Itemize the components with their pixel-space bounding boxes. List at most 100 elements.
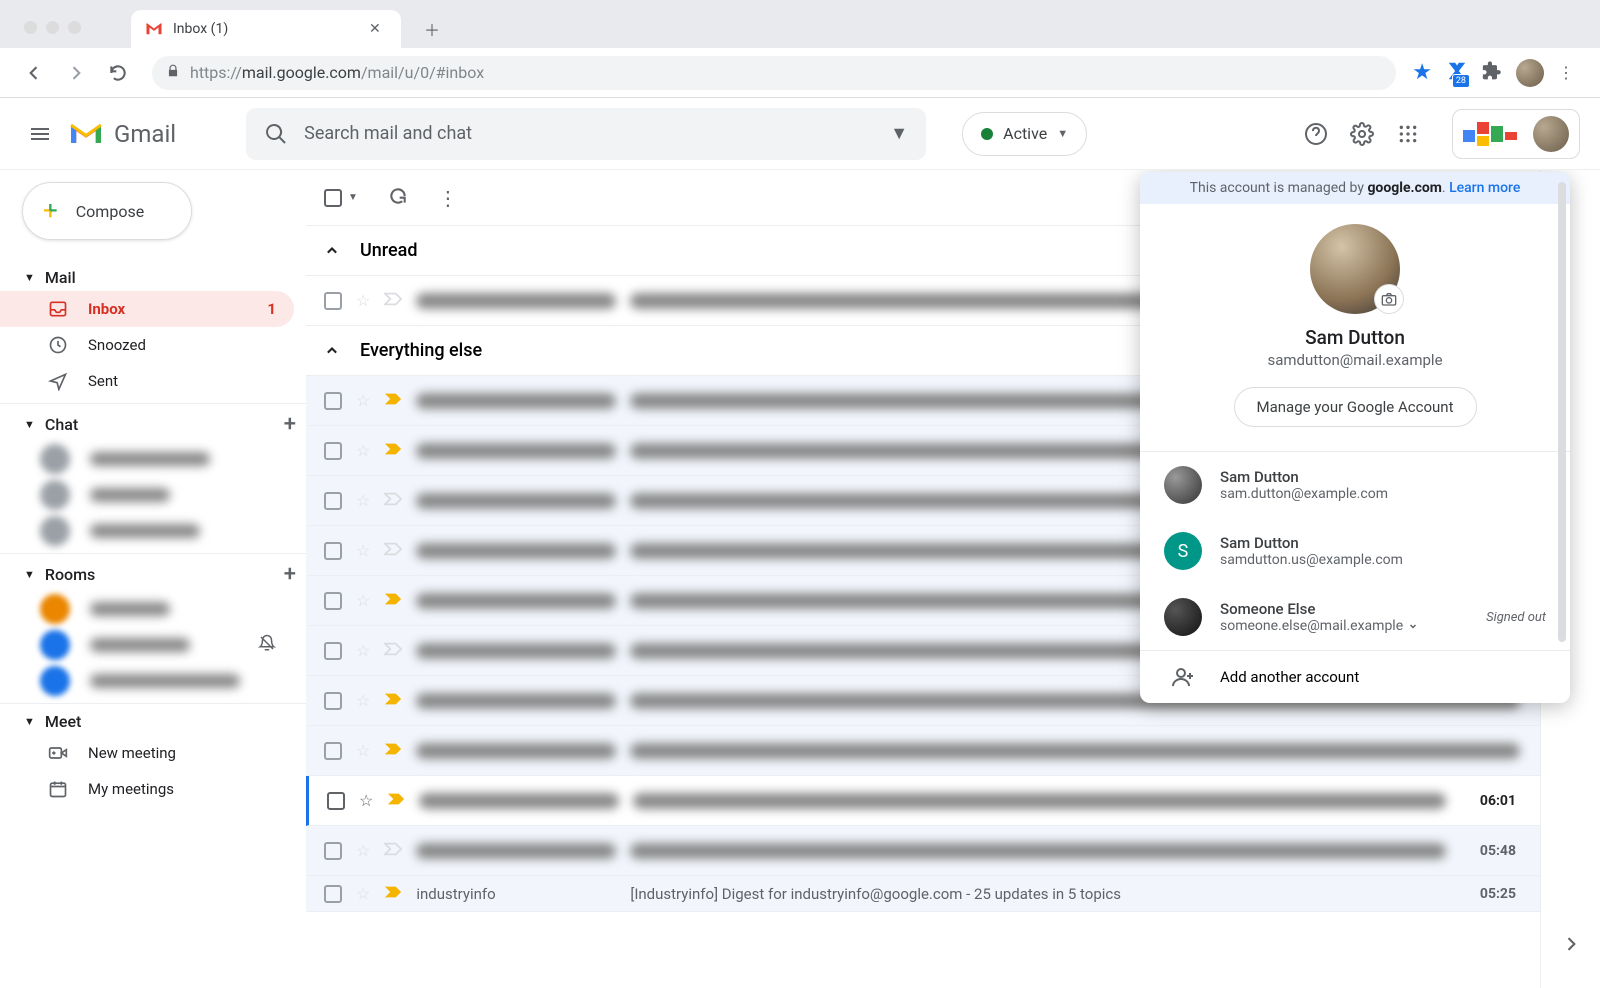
- room-item[interactable]: [0, 591, 294, 627]
- star-icon[interactable]: ☆: [356, 641, 370, 660]
- back-button[interactable]: [16, 55, 52, 91]
- sidebar-item-new-meeting[interactable]: New meeting: [0, 735, 294, 771]
- star-icon[interactable]: ☆: [356, 884, 370, 903]
- importance-icon[interactable]: [384, 391, 402, 410]
- org-brand-box[interactable]: [1452, 109, 1580, 159]
- add-chat-icon[interactable]: +: [284, 412, 296, 437]
- row-checkbox[interactable]: [324, 742, 342, 760]
- bookmark-star-icon[interactable]: ★: [1412, 60, 1432, 85]
- maximize-window[interactable]: [68, 21, 81, 34]
- star-icon[interactable]: ☆: [356, 391, 370, 410]
- row-checkbox[interactable]: [327, 792, 345, 810]
- star-icon[interactable]: ☆: [356, 741, 370, 760]
- reload-button[interactable]: [100, 55, 136, 91]
- star-icon[interactable]: ☆: [356, 841, 370, 860]
- row-checkbox[interactable]: [324, 842, 342, 860]
- search-bar[interactable]: Search mail and chat ▼: [246, 108, 926, 160]
- select-all-checkbox[interactable]: ▼: [324, 189, 358, 207]
- email-row-selected[interactable]: ☆06:01: [306, 776, 1540, 826]
- importance-icon[interactable]: [384, 841, 402, 860]
- importance-icon[interactable]: [384, 741, 402, 760]
- meet-section-header[interactable]: ▼ Meet: [0, 708, 306, 735]
- mail-label: Mail: [45, 268, 76, 287]
- row-checkbox[interactable]: [324, 885, 342, 903]
- more-menu-icon[interactable]: ⋮: [438, 186, 458, 210]
- address-bar[interactable]: https://mail.google.com/mail/u/0/#inbox: [152, 56, 1396, 90]
- row-checkbox[interactable]: [324, 692, 342, 710]
- chat-contact[interactable]: [0, 477, 294, 513]
- row-checkbox[interactable]: [324, 292, 342, 310]
- camera-icon[interactable]: [1374, 284, 1404, 314]
- sidebar-item-snoozed[interactable]: Snoozed: [0, 327, 294, 363]
- minimize-window[interactable]: [46, 21, 59, 34]
- row-checkbox[interactable]: [324, 642, 342, 660]
- browser-profile-avatar[interactable]: [1516, 59, 1544, 87]
- star-icon[interactable]: ☆: [356, 691, 370, 710]
- sidebar-item-inbox[interactable]: Inbox 1: [0, 291, 294, 327]
- chat-contact[interactable]: [0, 513, 294, 549]
- mail-section-header[interactable]: ▼ Mail: [0, 264, 306, 291]
- main-menu-button[interactable]: [16, 110, 64, 158]
- importance-icon[interactable]: [384, 441, 402, 460]
- email-row[interactable]: ☆: [306, 726, 1540, 776]
- row-checkbox[interactable]: [324, 492, 342, 510]
- status-selector[interactable]: Active ▼: [962, 112, 1087, 156]
- row-checkbox[interactable]: [324, 442, 342, 460]
- star-icon[interactable]: ☆: [356, 491, 370, 510]
- add-account-button[interactable]: Add another account: [1140, 650, 1570, 703]
- close-tab-icon[interactable]: ✕: [369, 21, 387, 37]
- star-icon[interactable]: ☆: [356, 541, 370, 560]
- row-checkbox[interactable]: [324, 542, 342, 560]
- account-email: sam.dutton@example.com: [1220, 486, 1388, 502]
- extensions-icon[interactable]: [1482, 61, 1502, 85]
- learn-more-link[interactable]: Learn more: [1449, 180, 1520, 196]
- scrollbar[interactable]: [1558, 182, 1566, 642]
- star-icon[interactable]: ☆: [356, 291, 370, 310]
- browser-menu-icon[interactable]: ⋮: [1558, 63, 1574, 82]
- room-item[interactable]: [0, 663, 294, 699]
- email-row[interactable]: ☆05:48: [306, 826, 1540, 876]
- chat-contact[interactable]: [0, 441, 294, 477]
- add-room-icon[interactable]: +: [284, 562, 296, 587]
- star-icon[interactable]: ☆: [359, 791, 373, 810]
- importance-icon[interactable]: [387, 791, 405, 810]
- forward-button[interactable]: [58, 55, 94, 91]
- star-icon[interactable]: ☆: [356, 591, 370, 610]
- new-tab-button[interactable]: ＋: [417, 14, 447, 44]
- row-checkbox[interactable]: [324, 392, 342, 410]
- account-option[interactable]: Someone Elsesomeone.else@mail.example Si…: [1140, 584, 1570, 650]
- search-options-icon[interactable]: ▼: [890, 123, 908, 144]
- star-icon[interactable]: ☆: [356, 441, 370, 460]
- account-avatar-icon: [1164, 466, 1202, 504]
- room-item[interactable]: [0, 627, 294, 663]
- refresh-button[interactable]: [388, 186, 408, 210]
- account-avatar[interactable]: [1533, 116, 1569, 152]
- sidebar-item-sent[interactable]: Sent: [0, 363, 294, 399]
- settings-icon[interactable]: [1350, 122, 1374, 146]
- compose-button[interactable]: + Compose: [22, 182, 192, 240]
- importance-icon[interactable]: [384, 291, 402, 310]
- expand-panel-icon[interactable]: [1561, 934, 1581, 958]
- account-option[interactable]: Sam Duttonsam.dutton@example.com: [1140, 452, 1570, 518]
- window-controls[interactable]: [24, 21, 81, 34]
- browser-tab[interactable]: Inbox (1) ✕: [131, 10, 401, 48]
- importance-icon[interactable]: [384, 491, 402, 510]
- close-window[interactable]: [24, 21, 37, 34]
- email-row[interactable]: ☆industryinfo[Industryinfo] Digest for i…: [306, 876, 1540, 912]
- apps-grid-icon[interactable]: [1396, 122, 1420, 146]
- importance-icon[interactable]: [384, 591, 402, 610]
- manage-account-button[interactable]: Manage your Google Account: [1234, 387, 1477, 427]
- importance-icon[interactable]: [384, 641, 402, 660]
- row-checkbox[interactable]: [324, 592, 342, 610]
- account-avatar-large[interactable]: [1310, 224, 1400, 314]
- importance-icon[interactable]: [384, 884, 402, 903]
- rooms-section-header[interactable]: ▼ Rooms +: [0, 558, 306, 591]
- support-icon[interactable]: [1304, 122, 1328, 146]
- importance-icon[interactable]: [384, 691, 402, 710]
- sidebar-item-my-meetings[interactable]: My meetings: [0, 771, 294, 807]
- account-option[interactable]: S Sam Duttonsamdutton.us@example.com: [1140, 518, 1570, 584]
- extension-badge-icon[interactable]: 28: [1446, 60, 1468, 86]
- gmail-logo[interactable]: Gmail: [68, 120, 176, 148]
- chat-section-header[interactable]: ▼ Chat +: [0, 408, 306, 441]
- importance-icon[interactable]: [384, 541, 402, 560]
